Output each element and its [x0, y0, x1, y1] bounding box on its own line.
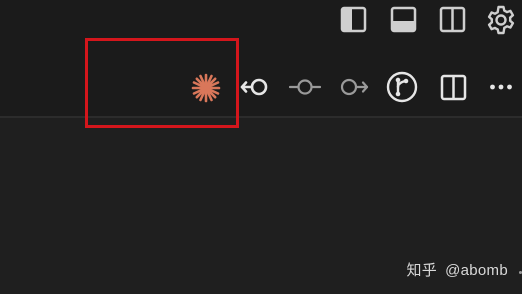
git-commit-right-icon[interactable]	[338, 74, 370, 100]
watermark-brand: 知乎	[406, 262, 438, 279]
panel-bottom-icon[interactable]	[390, 6, 417, 33]
sidebar-right-icon[interactable]	[439, 6, 466, 33]
git-branch-circle-icon[interactable]	[386, 71, 418, 103]
git-commit-icon[interactable]	[289, 74, 321, 100]
split-editor-icon[interactable]	[440, 74, 467, 101]
vscode-window: 知乎 @abomb	[0, 0, 522, 294]
title-bar	[0, 0, 522, 40]
watermark-handle: @abomb	[445, 262, 508, 279]
sidebar-left-icon[interactable]	[340, 6, 367, 33]
editor-title-bar	[0, 40, 522, 116]
annotation-highlight-box	[85, 38, 239, 128]
git-commit-left-icon[interactable]	[240, 74, 272, 100]
gear-icon[interactable]	[485, 4, 517, 36]
watermark: 知乎 @abomb	[406, 259, 508, 280]
ellipsis-icon[interactable]	[489, 83, 513, 91]
